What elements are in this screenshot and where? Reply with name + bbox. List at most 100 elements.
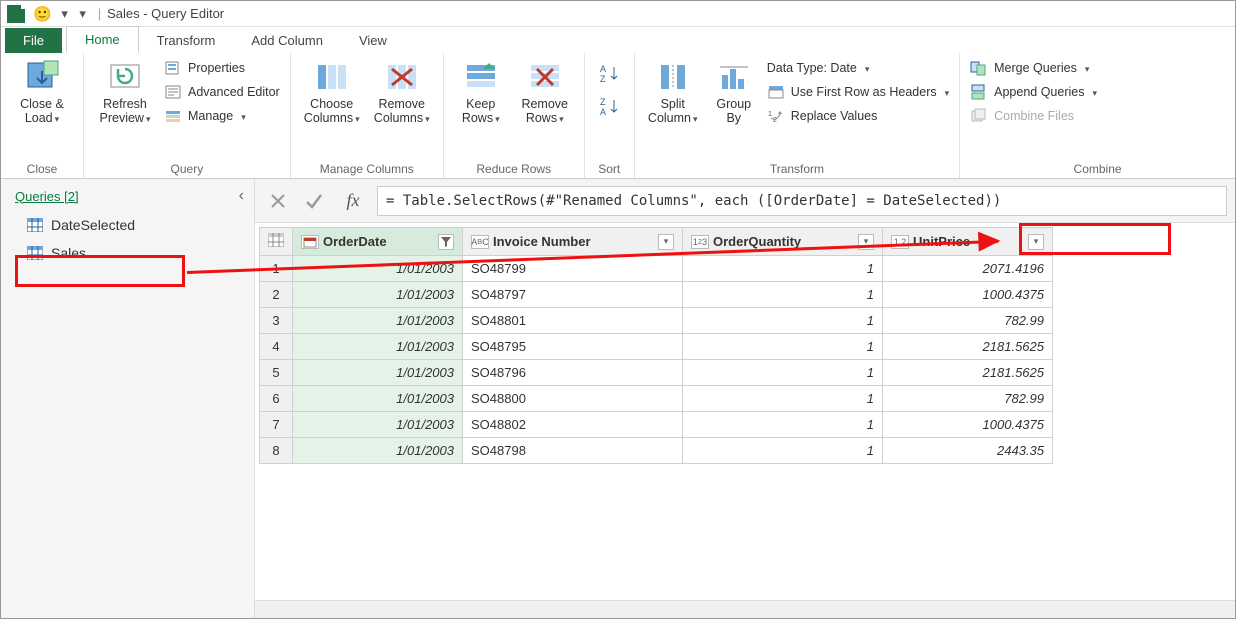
cell[interactable]: 782.99: [883, 308, 1053, 334]
grid-corner[interactable]: [260, 228, 293, 256]
data-type-label: Data Type: Date: [767, 61, 857, 75]
remove-rows-button[interactable]: Remove Rows: [516, 57, 574, 126]
sort-descending-icon: ZA: [598, 96, 620, 118]
sort-ascending-button[interactable]: AZ: [598, 63, 620, 88]
refresh-preview-button[interactable]: Refresh Preview: [94, 57, 156, 126]
table-row[interactable]: 61/01/2003SO488001782.99: [260, 386, 1053, 412]
choose-columns-icon: [314, 59, 350, 95]
merge-queries-button[interactable]: Merge Queries: [970, 57, 1097, 79]
cell[interactable]: 1/01/2003: [293, 438, 463, 464]
keep-rows-button[interactable]: Keep Rows: [454, 57, 508, 126]
use-first-row-headers-label: Use First Row as Headers: [791, 85, 937, 99]
cell[interactable]: 2443.35: [883, 438, 1053, 464]
row-number[interactable]: 7: [260, 412, 293, 438]
cell[interactable]: 1: [683, 282, 883, 308]
row-number[interactable]: 3: [260, 308, 293, 334]
remove-rows-label: Remove Rows: [521, 97, 568, 126]
tab-add-column[interactable]: Add Column: [233, 28, 341, 53]
formula-input[interactable]: = Table.SelectRows(#"Renamed Columns", e…: [377, 186, 1227, 216]
tab-home[interactable]: Home: [66, 26, 139, 53]
svg-text:Z: Z: [600, 74, 606, 84]
table-icon: [268, 233, 284, 247]
remove-columns-button[interactable]: Remove Columns: [371, 57, 433, 126]
cell[interactable]: 1000.4375: [883, 282, 1053, 308]
manage-button[interactable]: Manage: [164, 105, 280, 127]
qat-dropdown-icon[interactable]: ▾: [60, 9, 70, 19]
cell[interactable]: 2181.5625: [883, 360, 1053, 386]
cell[interactable]: SO48800: [463, 386, 683, 412]
cell[interactable]: 1/01/2003: [293, 412, 463, 438]
cell[interactable]: 2181.5625: [883, 334, 1053, 360]
column-header-orderdate[interactable]: OrderDate: [293, 228, 463, 256]
cell[interactable]: 1/01/2003: [293, 386, 463, 412]
table-row[interactable]: 51/01/2003SO4879612181.5625: [260, 360, 1053, 386]
column-header-invoicenumber[interactable]: ABC Invoice Number ▾: [463, 228, 683, 256]
row-number[interactable]: 8: [260, 438, 293, 464]
cell[interactable]: 2071.4196: [883, 256, 1053, 282]
qat-emoji-icon[interactable]: 🙂: [33, 5, 52, 23]
data-type-button[interactable]: Data Type: Date: [767, 57, 949, 79]
choose-columns-button[interactable]: Choose Columns: [301, 57, 363, 126]
table-row[interactable]: 11/01/2003SO4879912071.4196: [260, 256, 1053, 282]
query-item-sales[interactable]: Sales: [1, 239, 254, 267]
table-row[interactable]: 31/01/2003SO488011782.99: [260, 308, 1053, 334]
horizontal-scrollbar[interactable]: [255, 600, 1235, 618]
table-row[interactable]: 21/01/2003SO4879711000.4375: [260, 282, 1053, 308]
row-number[interactable]: 5: [260, 360, 293, 386]
column-filter-button[interactable]: [438, 234, 454, 250]
column-filter-button[interactable]: ▾: [658, 234, 674, 250]
use-first-row-headers-button[interactable]: Use First Row as Headers: [767, 81, 949, 103]
replace-values-button[interactable]: 12 Replace Values: [767, 105, 949, 127]
table-row[interactable]: 41/01/2003SO4879512181.5625: [260, 334, 1053, 360]
merge-queries-label: Merge Queries: [994, 61, 1077, 75]
table-row[interactable]: 81/01/2003SO4879812443.35: [260, 438, 1053, 464]
column-filter-button[interactable]: ▾: [1028, 234, 1044, 250]
query-item-dateselected[interactable]: DateSelected: [1, 211, 254, 239]
advanced-editor-button[interactable]: Advanced Editor: [164, 81, 280, 103]
table-row[interactable]: 71/01/2003SO4880211000.4375: [260, 412, 1053, 438]
cell[interactable]: 1000.4375: [883, 412, 1053, 438]
cell[interactable]: 1: [683, 386, 883, 412]
cell[interactable]: 1/01/2003: [293, 282, 463, 308]
split-column-button[interactable]: Split Column: [645, 57, 701, 126]
properties-button[interactable]: Properties: [164, 57, 280, 79]
cell[interactable]: 1: [683, 438, 883, 464]
cell[interactable]: 1/01/2003: [293, 334, 463, 360]
cell[interactable]: SO48798: [463, 438, 683, 464]
column-name: OrderQuantity: [713, 234, 801, 249]
cell[interactable]: 1/01/2003: [293, 360, 463, 386]
append-queries-button[interactable]: Append Queries: [970, 81, 1097, 103]
cell[interactable]: SO48797: [463, 282, 683, 308]
formula-fx-button[interactable]: fx: [335, 186, 371, 216]
append-queries-label: Append Queries: [994, 85, 1084, 99]
sort-descending-button[interactable]: ZA: [598, 96, 620, 121]
row-number[interactable]: 6: [260, 386, 293, 412]
tab-file[interactable]: File: [5, 28, 62, 53]
formula-commit-button[interactable]: [299, 186, 329, 216]
window-title: Sales - Query Editor: [107, 6, 224, 21]
ribbon-group-query: Refresh Preview Properties Advanced Edit…: [84, 53, 291, 178]
formula-cancel-button[interactable]: [263, 186, 293, 216]
cell[interactable]: 1: [683, 360, 883, 386]
cell[interactable]: 782.99: [883, 386, 1053, 412]
close-and-load-button[interactable]: Close & Load: [11, 57, 73, 126]
ribbon-group-query-label: Query: [94, 160, 280, 176]
group-by-button[interactable]: Group By: [709, 57, 759, 125]
cell[interactable]: SO48795: [463, 334, 683, 360]
row-number[interactable]: 2: [260, 282, 293, 308]
ribbon-tabs: File Home Transform Add Column View: [1, 27, 1235, 53]
cell[interactable]: SO48801: [463, 308, 683, 334]
qat-customize-icon[interactable]: ▾: [78, 9, 88, 19]
cell[interactable]: SO48802: [463, 412, 683, 438]
cell[interactable]: SO48796: [463, 360, 683, 386]
cell[interactable]: 1: [683, 412, 883, 438]
tab-transform[interactable]: Transform: [139, 28, 234, 53]
tab-view[interactable]: View: [341, 28, 405, 53]
cell[interactable]: 1: [683, 308, 883, 334]
cell[interactable]: 1: [683, 334, 883, 360]
ribbon-group-sort: AZ ZA Sort: [585, 53, 635, 178]
cell[interactable]: 1/01/2003: [293, 308, 463, 334]
cell[interactable]: 1: [683, 256, 883, 282]
queries-pane-collapse-button[interactable]: ‹: [239, 187, 244, 205]
row-number[interactable]: 4: [260, 334, 293, 360]
